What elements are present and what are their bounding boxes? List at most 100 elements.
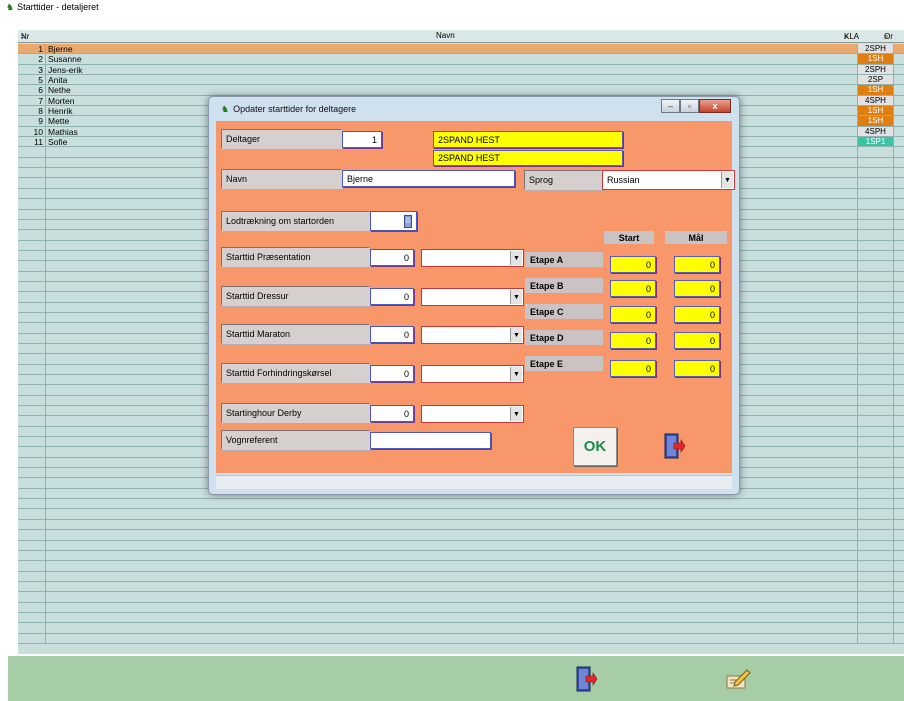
starttime-field[interactable]: 0 bbox=[370, 288, 414, 305]
dialog-titlebar[interactable]: ♞ Opdater starttider for deltagere – ▫ x bbox=[209, 97, 739, 121]
cell-nr bbox=[18, 509, 46, 519]
starttime-field[interactable]: 0 bbox=[370, 405, 414, 422]
starttime-select[interactable]: ▼ bbox=[421, 288, 524, 306]
lodtraekning-spinner[interactable]: 0 bbox=[404, 214, 412, 228]
table-row[interactable] bbox=[18, 571, 904, 582]
starttime-select[interactable]: ▼ bbox=[421, 249, 524, 267]
table-row[interactable] bbox=[18, 519, 904, 531]
cell-kla bbox=[857, 478, 894, 488]
table-row[interactable] bbox=[18, 592, 904, 603]
cell-kla bbox=[857, 447, 894, 457]
chevron-down-icon: ▼ bbox=[510, 407, 522, 421]
cell-kla bbox=[857, 323, 894, 333]
table-row[interactable]: 5 Anita 2SP bbox=[18, 75, 904, 86]
etape-maal-field[interactable]: 0 bbox=[674, 360, 720, 377]
etape-label: Etape E bbox=[525, 356, 603, 371]
starttime-field[interactable]: 0 bbox=[370, 365, 414, 382]
table-row[interactable] bbox=[18, 612, 904, 624]
table-row[interactable] bbox=[18, 633, 904, 644]
cell-nr: 7 bbox=[18, 95, 46, 106]
table-row[interactable] bbox=[18, 540, 904, 551]
etape-maal-field[interactable]: 0 bbox=[674, 256, 720, 273]
table-row[interactable]: 3 Jens-erik 2SPH bbox=[18, 64, 904, 76]
cell-kla bbox=[857, 426, 894, 437]
etape-maal-field[interactable]: 0 bbox=[674, 306, 720, 323]
cell-kla bbox=[857, 592, 894, 602]
cell-kla bbox=[857, 602, 894, 612]
horse-icon: ♞ bbox=[6, 1, 15, 12]
cell-nr bbox=[18, 157, 46, 168]
cell-kla bbox=[857, 571, 894, 581]
starttime-select[interactable]: ▼ bbox=[421, 326, 524, 344]
etape-maal-field[interactable]: 0 bbox=[674, 280, 720, 297]
etape-maal-field[interactable]: 0 bbox=[674, 332, 720, 349]
cell-kla bbox=[857, 147, 894, 157]
cell-kla bbox=[857, 530, 894, 540]
table-row[interactable] bbox=[18, 602, 904, 613]
table-row[interactable] bbox=[18, 623, 904, 634]
starttime-select[interactable]: ▼ bbox=[421, 405, 524, 423]
cell-kla: 4SPH bbox=[857, 126, 894, 137]
class-field-1[interactable]: 2SPAND HEST bbox=[433, 131, 623, 148]
cell-kla bbox=[857, 581, 894, 592]
cell-nr bbox=[18, 612, 46, 623]
starttime-field[interactable]: 0 bbox=[370, 249, 414, 266]
sprog-select[interactable]: Russian ▼ bbox=[602, 170, 735, 190]
vognreferent-field[interactable] bbox=[370, 432, 491, 449]
table-row[interactable] bbox=[18, 561, 904, 572]
cell-nr bbox=[18, 230, 46, 240]
cell-nr bbox=[18, 540, 46, 550]
class-field-2[interactable]: 2SPAND HEST bbox=[433, 150, 623, 166]
etape-start-field[interactable]: 0 bbox=[610, 360, 656, 377]
cell-kla bbox=[857, 302, 894, 312]
navn-field[interactable]: Bjerne bbox=[342, 170, 515, 187]
edit-button[interactable] bbox=[722, 662, 754, 696]
etape-start-field[interactable]: 0 bbox=[610, 332, 656, 349]
table-row[interactable]: 2 Susanne 1SH bbox=[18, 54, 904, 65]
cell-kla bbox=[857, 168, 894, 178]
cell-name: Morten bbox=[48, 95, 75, 106]
table-row[interactable]: 1 Bjerne 2SPH bbox=[18, 44, 904, 55]
cell-kla bbox=[857, 261, 894, 271]
minimize-button[interactable]: – bbox=[661, 99, 680, 113]
starttime-field[interactable]: 0 bbox=[370, 326, 414, 343]
cell-kla bbox=[857, 219, 894, 230]
cell-nr bbox=[18, 271, 46, 281]
cell-nr bbox=[18, 581, 46, 592]
cell-nr bbox=[18, 188, 46, 199]
cell-nr bbox=[18, 219, 46, 230]
table-row[interactable] bbox=[18, 499, 904, 510]
starttime-select[interactable]: ▼ bbox=[421, 365, 524, 383]
deltager-field[interactable]: 1 bbox=[342, 131, 382, 148]
table-row[interactable]: 6 Nethe 1SH bbox=[18, 85, 904, 96]
cell-kla bbox=[857, 271, 894, 281]
starttime-label: Starttid Dressur bbox=[221, 286, 370, 306]
cell-nr bbox=[18, 437, 46, 447]
etape-start-field[interactable]: 0 bbox=[610, 306, 656, 323]
table-row[interactable] bbox=[18, 530, 904, 541]
close-button[interactable]: x bbox=[699, 99, 731, 113]
cell-kla bbox=[857, 437, 894, 447]
sprog-selected-value: Russian bbox=[607, 175, 640, 185]
dialog-exit-button[interactable] bbox=[654, 427, 694, 464]
etape-start-field[interactable]: 0 bbox=[610, 256, 656, 273]
cell-kla: 2SP bbox=[857, 75, 894, 85]
cell-nr bbox=[18, 571, 46, 581]
table-row[interactable] bbox=[18, 509, 904, 520]
etape-start-field[interactable]: 0 bbox=[610, 280, 656, 297]
cell-kla bbox=[857, 375, 894, 385]
lodtraekning-field[interactable]: 0 bbox=[370, 211, 417, 231]
cell-kla bbox=[857, 230, 894, 240]
cell-kla: 1SH bbox=[857, 85, 894, 95]
exit-button[interactable] bbox=[570, 662, 602, 696]
ok-button[interactable]: OK bbox=[573, 427, 617, 466]
cell-kla bbox=[857, 509, 894, 519]
cell-kla bbox=[857, 157, 894, 168]
column-header-navn[interactable]: Navn bbox=[436, 31, 455, 40]
cell-nr: 3 bbox=[18, 64, 46, 75]
maximize-button[interactable]: ▫ bbox=[680, 99, 699, 113]
cell-kla bbox=[857, 406, 894, 416]
cell-nr: 1 bbox=[18, 44, 46, 54]
table-row[interactable] bbox=[18, 550, 904, 562]
table-row[interactable] bbox=[18, 581, 904, 593]
